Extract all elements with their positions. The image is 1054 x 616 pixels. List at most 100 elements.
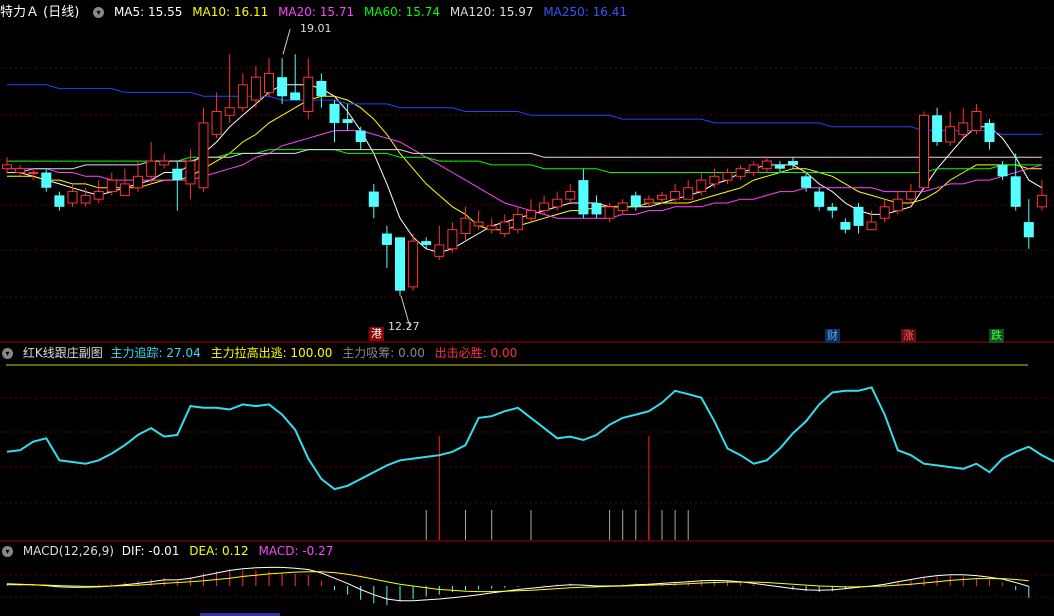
- candle-body: [526, 210, 536, 219]
- candle: [395, 237, 405, 296]
- collapse-toggle-icon[interactable]: ▾: [93, 7, 105, 18]
- candle-body: [250, 76, 261, 101]
- candle: [290, 54, 301, 101]
- dif-label: DIF: -0.01: [121, 544, 180, 558]
- sub-indicator-lines: [6, 386, 1054, 491]
- candle-body: [984, 122, 995, 142]
- candle-body: [146, 160, 157, 177]
- candle-body: [866, 221, 877, 231]
- candle: [919, 111, 929, 189]
- candle: [945, 111, 956, 146]
- candle: [565, 183, 576, 203]
- candle-body: [499, 221, 510, 234]
- candle: [879, 199, 890, 223]
- candle-body: [211, 111, 222, 135]
- candle: [722, 168, 733, 184]
- candle: [761, 157, 772, 173]
- candle-body: [368, 191, 379, 207]
- main-escape-label: 主力拉高出逃: 100.00: [210, 346, 333, 360]
- candle: [93, 180, 104, 203]
- candle: [958, 107, 969, 139]
- candle-body: [106, 179, 117, 193]
- candle-body: [617, 202, 628, 212]
- event-marker-finance[interactable]: 财: [825, 329, 840, 343]
- candle: [512, 206, 523, 234]
- candle-body: [1023, 222, 1034, 238]
- candle-body: [41, 172, 52, 188]
- ma250-label: MA250: 16.41: [543, 5, 628, 19]
- candle-body: [185, 160, 196, 185]
- ma60-label: MA60: 15.74: [363, 5, 440, 19]
- candle-body: [381, 233, 392, 245]
- candle-body: [408, 240, 419, 288]
- candle: [683, 180, 694, 200]
- event-marker-fall[interactable]: 跌: [989, 329, 1004, 343]
- candle-body: [657, 194, 667, 200]
- candle: [172, 161, 183, 211]
- candle-body: [892, 198, 903, 212]
- candle: [814, 187, 825, 211]
- candle-body: [133, 175, 143, 189]
- candle-body: [748, 164, 759, 173]
- candle-body: [395, 237, 405, 291]
- candle-body: [237, 84, 248, 109]
- candle-body: [1036, 194, 1047, 208]
- ma5-label: MA5: 15.55: [113, 5, 183, 19]
- ma-line-ma250: [7, 84, 1042, 135]
- macd-panel-header: ▾ MACD(12,26,9) DIF: -0.01 DEA: 0.12 MAC…: [0, 542, 339, 560]
- candle: [15, 164, 26, 177]
- candle-body: [919, 114, 929, 189]
- candle-body: [447, 229, 458, 250]
- candle-body: [54, 195, 65, 207]
- sub-panel-title: 红K线跟庄副图: [22, 346, 103, 360]
- candle: [408, 233, 419, 291]
- candle: [381, 225, 392, 268]
- candle: [434, 225, 445, 261]
- candle-body: [473, 221, 484, 227]
- candle-body: [224, 107, 235, 116]
- candle-body: [355, 130, 366, 142]
- event-marker-rise[interactable]: 涨: [901, 329, 916, 343]
- candle-body: [277, 77, 288, 97]
- ma120-label: MA120: 15.97: [449, 5, 534, 19]
- candle-body: [264, 72, 274, 93]
- candle: [840, 218, 851, 234]
- candle-body: [119, 183, 130, 196]
- candle: [198, 107, 209, 192]
- candle: [28, 168, 39, 181]
- candle: [237, 73, 248, 112]
- candle: [224, 54, 235, 123]
- candle-body: [801, 176, 812, 188]
- candle: [1036, 180, 1047, 211]
- candle: [853, 203, 864, 234]
- candle: [211, 92, 222, 139]
- candle-body: [1010, 176, 1021, 207]
- event-marker-hk[interactable]: 港: [369, 327, 384, 341]
- candle: [133, 161, 143, 192]
- candle: [277, 58, 288, 104]
- chart-canvas[interactable]: [0, 0, 1054, 616]
- macd-value-label: MACD: -0.27: [258, 544, 334, 558]
- candle: [984, 119, 995, 150]
- candle-body: [421, 241, 432, 245]
- main-panel-header: 特力Ａ (日线) ▾ MA5: 15.55 MA10: 16.11 MA20: …: [0, 3, 633, 21]
- candle: [774, 161, 785, 173]
- sub-indicator-bars: [425, 436, 689, 540]
- main-panel-title: 特力Ａ (日线): [0, 5, 80, 20]
- candle-body: [814, 191, 825, 207]
- candle-body: [971, 111, 982, 132]
- candle: [905, 183, 916, 203]
- candle-body: [303, 76, 314, 112]
- collapse-toggle-icon[interactable]: ▾: [2, 546, 13, 557]
- candle: [735, 164, 746, 181]
- candle-body: [290, 92, 301, 101]
- candle: [748, 161, 759, 177]
- candle-body: [788, 161, 798, 165]
- candle-body: [316, 81, 327, 97]
- candle: [499, 214, 510, 238]
- candle-body: [434, 244, 445, 257]
- candle-body: [643, 198, 654, 204]
- high-leader-line: [282, 28, 291, 55]
- collapse-toggle-icon[interactable]: ▾: [2, 348, 13, 359]
- candle: [657, 191, 667, 203]
